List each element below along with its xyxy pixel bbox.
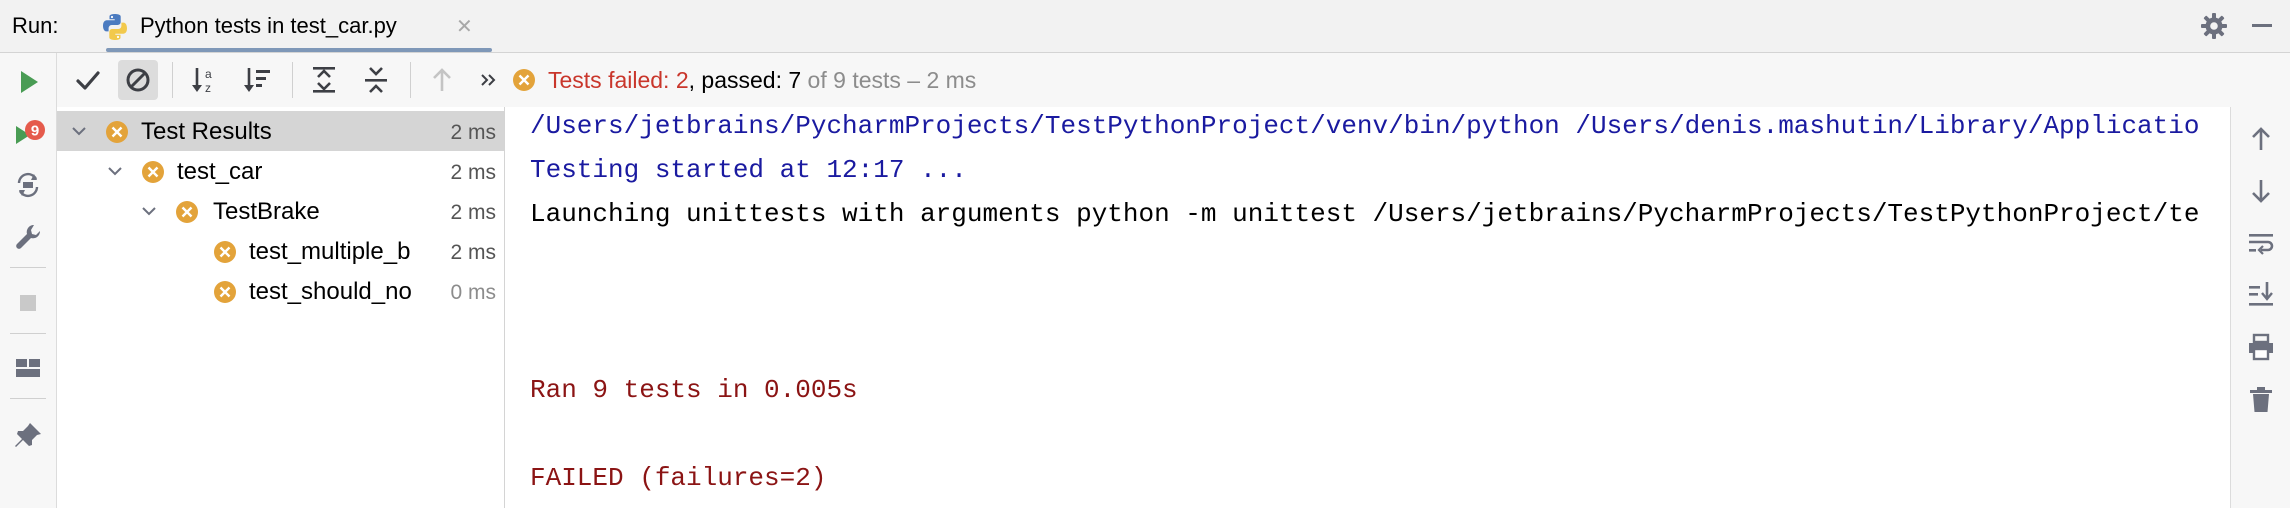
pin-icon[interactable] xyxy=(10,418,46,454)
tree-node-test-should-no[interactable]: test_should_no 0 ms xyxy=(57,271,504,311)
console-line: Ran 9 tests in 0.005s xyxy=(530,375,858,405)
toolbar-separator xyxy=(410,62,411,98)
trash-icon[interactable] xyxy=(2246,384,2276,414)
toolbar-separator xyxy=(10,398,46,399)
tree-node-duration: 2 ms xyxy=(450,161,496,184)
svg-text:a: a xyxy=(205,67,212,81)
python-icon xyxy=(103,14,127,40)
tree-node-label: test_multiple_b xyxy=(249,238,411,265)
total-duration: of 9 tests – 2 ms xyxy=(801,67,977,93)
error-icon xyxy=(106,121,128,143)
tree-node-test-multiple-b[interactable]: test_multiple_b 2 ms xyxy=(57,231,504,271)
tab-title: Python tests in test_car.py xyxy=(140,13,397,38)
layout-icon[interactable] xyxy=(10,350,46,386)
tree-node-label: test_car xyxy=(177,158,263,185)
scroll-to-end-icon[interactable] xyxy=(2246,278,2276,308)
run-label: Run: xyxy=(12,13,59,38)
soft-wrap-icon[interactable] xyxy=(2246,228,2276,258)
active-tab-indicator xyxy=(106,48,492,52)
test-status-summary: Tests failed: 2, passed: 7 of 9 tests – … xyxy=(548,67,976,94)
arrow-up-icon[interactable] xyxy=(2246,124,2276,154)
tree-node-label: TestBrake xyxy=(213,198,320,225)
console-line: Launching unittests with arguments pytho… xyxy=(530,199,2200,229)
error-icon xyxy=(513,69,535,91)
rerun-failed-icon[interactable]: 9 xyxy=(10,116,46,152)
test-results-tree: Test Results 2 ms test_car 2 ms TestBrak… xyxy=(57,107,505,508)
toolbar-separator xyxy=(10,333,46,334)
tree-node-duration: 0 ms xyxy=(450,281,496,304)
chevron-down-icon[interactable] xyxy=(141,203,157,219)
error-icon xyxy=(176,201,198,223)
minimize-icon[interactable] xyxy=(2252,24,2272,27)
console-output[interactable]: /Users/jetbrains/PycharmProjects/TestPyt… xyxy=(505,107,2230,508)
toolbar-separator xyxy=(292,62,293,98)
rerun-badge-count: 9 xyxy=(31,123,39,140)
previous-failed-test-icon[interactable] xyxy=(424,62,460,98)
toolbar-separator xyxy=(10,267,46,268)
console-line: /Users/jetbrains/PycharmProjects/TestPyt… xyxy=(530,111,2200,141)
tree-node-test-results[interactable]: Test Results 2 ms xyxy=(57,111,504,151)
error-icon xyxy=(214,241,236,263)
chevron-down-icon[interactable] xyxy=(107,163,123,179)
show-ignored-icon[interactable] xyxy=(120,62,156,98)
error-icon xyxy=(214,281,236,303)
sort-alphabetically-icon[interactable]: a z xyxy=(188,62,224,98)
collapse-all-icon[interactable] xyxy=(358,62,394,98)
tree-node-testbrake[interactable]: TestBrake 2 ms xyxy=(57,191,504,231)
tree-node-label: test_should_no xyxy=(249,278,412,305)
sort-by-duration-icon[interactable] xyxy=(240,62,276,98)
tree-node-duration: 2 ms xyxy=(450,121,496,144)
arrow-down-icon[interactable] xyxy=(2246,176,2276,206)
failed-count: Tests failed: 2 xyxy=(548,67,689,93)
tree-node-duration: 2 ms xyxy=(450,201,496,224)
show-passed-icon[interactable] xyxy=(70,62,106,98)
tree-node-duration: 2 ms xyxy=(450,241,496,264)
tree-node-test-car[interactable]: test_car 2 ms xyxy=(57,151,504,191)
print-icon[interactable] xyxy=(2246,332,2276,362)
console-line: Testing started at 12:17 ... xyxy=(530,155,967,185)
gear-icon[interactable] xyxy=(2198,10,2230,42)
console-line: FAILED (failures=2) xyxy=(530,463,827,493)
chevron-down-icon[interactable] xyxy=(71,123,87,139)
expand-all-icon[interactable] xyxy=(306,62,342,98)
close-icon[interactable]: ✕ xyxy=(456,14,473,39)
passed-count: , passed: 7 xyxy=(688,67,802,93)
svg-text:z: z xyxy=(205,81,211,95)
run-icon[interactable] xyxy=(10,64,46,100)
more-actions-icon[interactable] xyxy=(470,62,506,98)
toolbar-separator xyxy=(172,62,173,98)
tree-node-label: Test Results xyxy=(141,118,272,145)
error-icon xyxy=(142,161,164,183)
stop-icon[interactable] xyxy=(10,285,46,321)
toggle-auto-test-icon[interactable] xyxy=(10,167,46,203)
wrench-icon[interactable] xyxy=(10,219,46,255)
